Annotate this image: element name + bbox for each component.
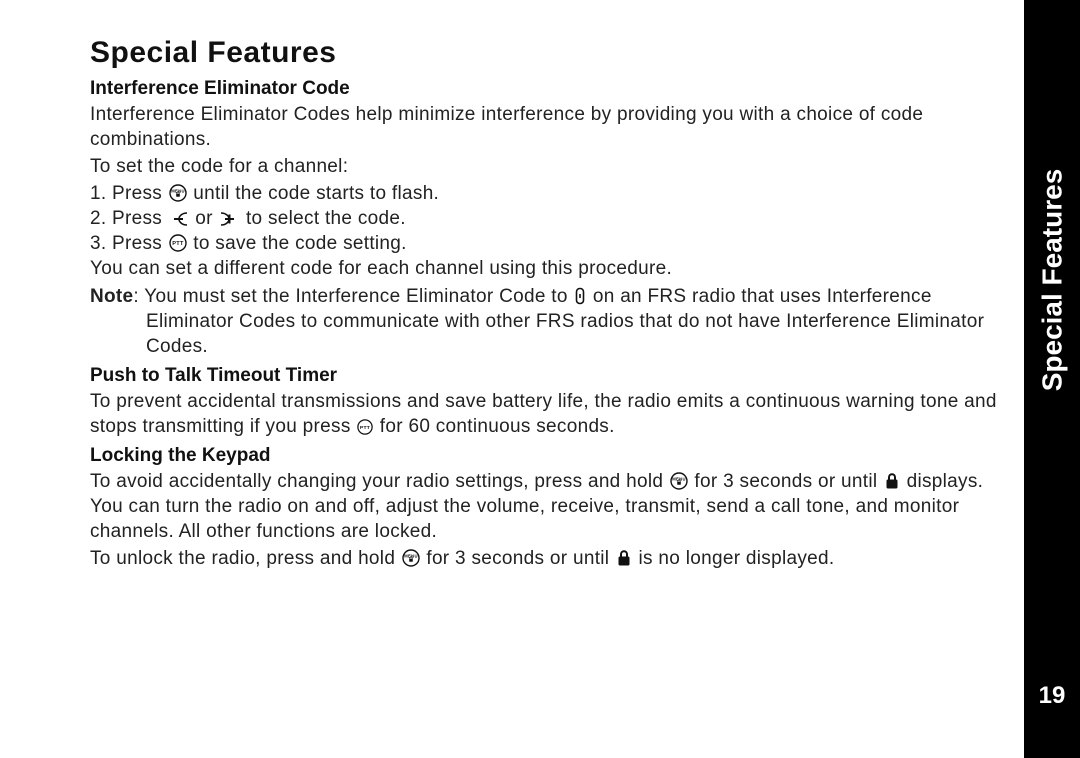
lock-p1: To avoid accidentally changing your radi…	[90, 469, 1000, 544]
zero-glyph-icon	[574, 287, 586, 305]
lock-icon	[884, 472, 900, 490]
svg-text:PTT: PTT	[360, 425, 370, 431]
menu-lock-icon: MENU	[402, 549, 420, 567]
interference-steps: 1. Press MENU until the code starts to f…	[90, 181, 1000, 256]
interference-setline: To set the code for a channel:	[90, 154, 1000, 179]
svg-text:MENU: MENU	[672, 476, 686, 481]
side-tab: Special Features 19	[1024, 0, 1080, 758]
svg-text:MENU: MENU	[171, 189, 185, 194]
step-1-b: until the code starts to flash.	[193, 183, 439, 204]
step-2: 2. Press or to select the code.	[90, 206, 1000, 231]
note-a: : You must set the Interference Eliminat…	[133, 286, 573, 307]
ptt-body-b: for 60 continuous seconds.	[380, 416, 615, 437]
page-title: Special Features	[90, 36, 1000, 70]
interference-note: Note: You must set the Interference Elim…	[90, 284, 1000, 359]
lock-p2-a: To unlock the radio, press and hold	[90, 548, 401, 569]
menu-lock-icon: MENU	[169, 184, 187, 202]
step-3: 3. Press PTT to save the code setting.	[90, 231, 1000, 256]
step-2-b: or	[195, 208, 218, 229]
step-1: 1. Press MENU until the code starts to f…	[90, 181, 1000, 206]
ptt-icon: PTT	[169, 234, 187, 252]
side-tab-label: Special Features	[1036, 169, 1068, 392]
note-label: Note	[90, 286, 133, 307]
interference-intro: Interference Eliminator Codes help minim…	[90, 102, 1000, 152]
step-3-a: 3. Press	[90, 233, 168, 254]
menu-lock-icon: MENU	[670, 472, 688, 490]
minus-icon	[169, 211, 189, 227]
plus-icon	[219, 211, 239, 227]
ptt-icon: PTT	[357, 419, 373, 435]
section-heading-ptt: Push to Talk Timeout Timer	[90, 365, 1000, 387]
interference-after: You can set a different code for each ch…	[90, 256, 1000, 281]
lock-icon	[616, 549, 632, 567]
section-heading-interference: Interference Eliminator Code	[90, 78, 1000, 100]
lock-p1-b: for 3 seconds or until	[694, 471, 883, 492]
ptt-body: To prevent accidental transmissions and …	[90, 389, 1000, 439]
lock-p2-c: is no longer displayed.	[639, 548, 835, 569]
lock-p2: To unlock the radio, press and hold MENU…	[90, 546, 1000, 571]
step-3-b: to save the code setting.	[193, 233, 406, 254]
step-2-c: to select the code.	[246, 208, 406, 229]
page-number: 19	[1024, 682, 1080, 710]
svg-text:MENU: MENU	[404, 554, 418, 559]
section-heading-lock: Locking the Keypad	[90, 445, 1000, 467]
step-1-a: 1. Press	[90, 183, 168, 204]
lock-p2-b: for 3 seconds or until	[426, 548, 615, 569]
svg-text:PTT: PTT	[172, 242, 184, 248]
step-2-a: 2. Press	[90, 208, 168, 229]
lock-p1-a: To avoid accidentally changing your radi…	[90, 471, 669, 492]
side-tab-label-wrap: Special Features	[1024, 0, 1080, 560]
